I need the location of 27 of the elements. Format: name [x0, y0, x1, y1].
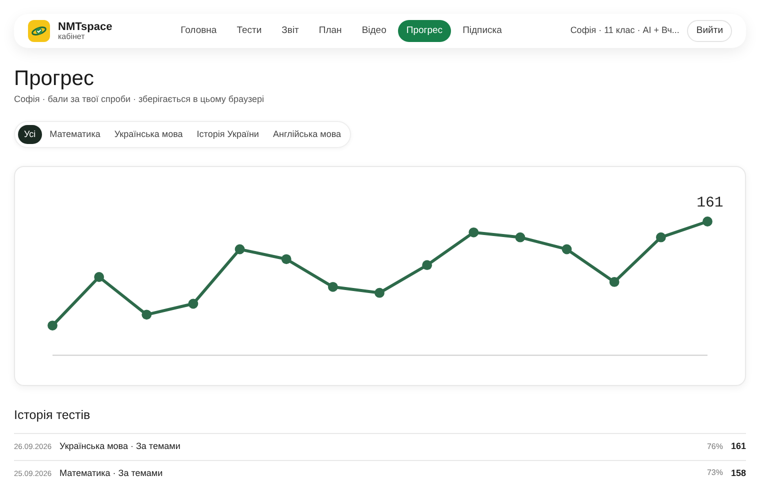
nav-link[interactable]: Підписка: [454, 20, 510, 42]
test-percent: 73%: [706, 467, 723, 480]
nav-link[interactable]: Прогрес: [398, 20, 451, 42]
brand-subtitle: кабінет: [58, 32, 85, 42]
filter-tab[interactable]: Історія України: [190, 124, 265, 144]
nav-link[interactable]: Відео: [354, 20, 394, 42]
filter-tab[interactable]: Усі: [18, 124, 42, 144]
filter-tab[interactable]: Українська мова: [108, 124, 189, 144]
nav-link[interactable]: Головна: [172, 20, 225, 42]
nav-link[interactable]: Звіт: [274, 20, 307, 42]
logout-button[interactable]: Вийти: [687, 20, 732, 42]
filter-tab[interactable]: Англійська мова: [266, 124, 348, 144]
test-score: 158: [730, 466, 746, 480]
user-info: Софія · 11 клас · AI + Вч...: [570, 24, 680, 38]
page-subtitle: Софія · бали за твої спроби · зберігається в цьому браузері: [14, 93, 265, 106]
last-value-label: 161: [696, 196, 724, 212]
test-name: Українська мова · За темами: [60, 440, 180, 454]
filter-tab[interactable]: Математика: [44, 124, 106, 144]
nav-link[interactable]: Тести: [228, 20, 270, 42]
nav-link[interactable]: План: [310, 20, 350, 42]
section-title: Історія тестів: [14, 407, 92, 424]
test-score: 161: [730, 440, 746, 454]
test-percent: 76%: [706, 440, 723, 453]
logo-icon: [28, 20, 50, 42]
page-title: Прогрес: [14, 66, 95, 92]
test-name: Математика · За темами: [60, 466, 163, 480]
brand-name: NMTspace: [58, 20, 112, 33]
